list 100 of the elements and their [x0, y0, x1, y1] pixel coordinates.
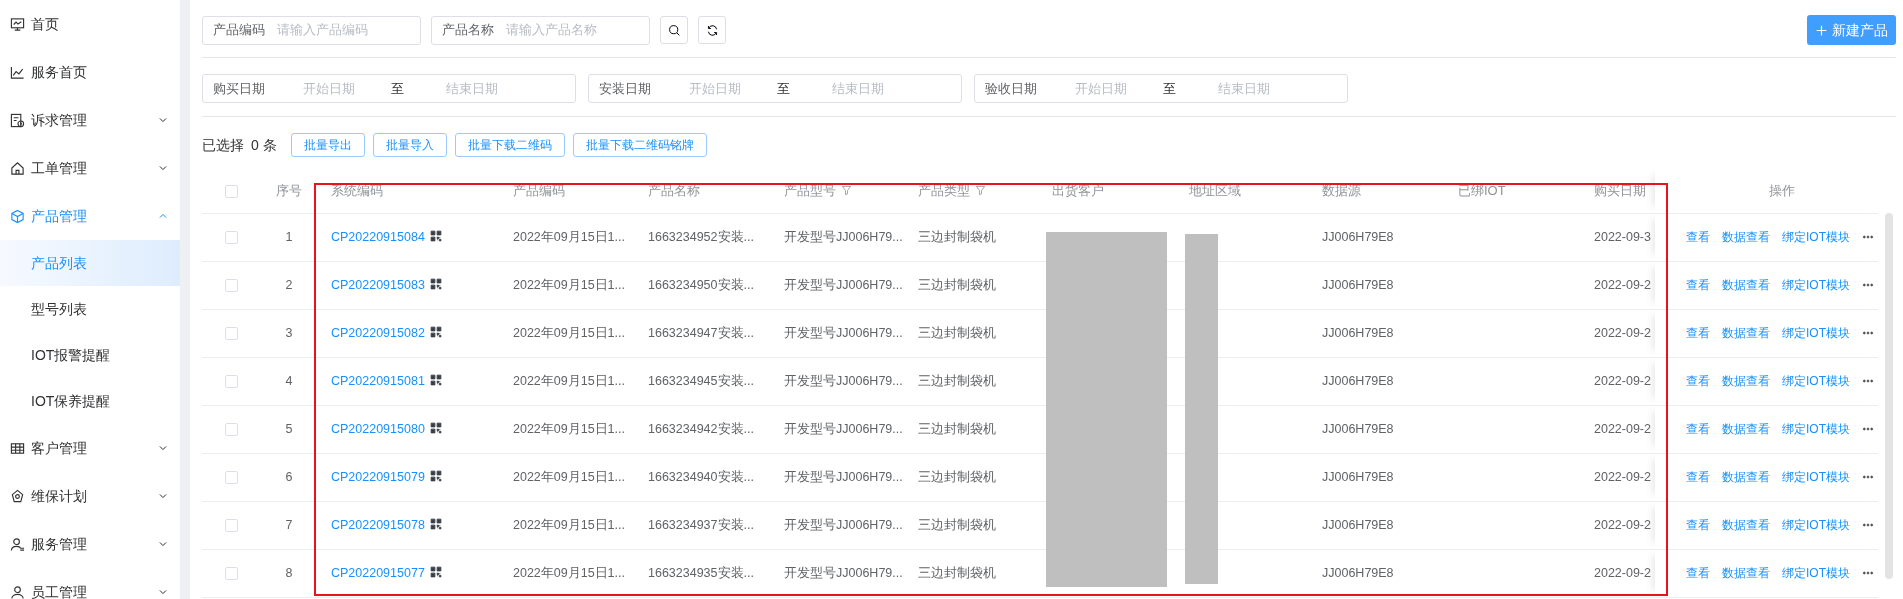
checkbox[interactable]: [224, 185, 238, 199]
sidebar-subitem[interactable]: 产品列表: [0, 240, 180, 286]
action-link[interactable]: 查看: [1686, 517, 1710, 532]
action-link[interactable]: 查看: [1686, 277, 1710, 292]
sidebar-subitem[interactable]: IOT报警提醒: [0, 332, 180, 378]
sidebar-item[interactable]: 服务首页: [0, 48, 180, 96]
system-code-link[interactable]: CP20220915080: [331, 421, 425, 436]
text-input[interactable]: 请输入产品编码: [275, 19, 410, 41]
checkbox[interactable]: [224, 470, 238, 484]
action-link[interactable]: 数据查看: [1722, 565, 1770, 580]
search-field[interactable]: 产品编码 请输入产品编码: [202, 15, 421, 45]
sidebar-item[interactable]: 员工管理: [0, 568, 180, 599]
sidebar-subitem[interactable]: 型号列表: [0, 286, 180, 332]
action-link[interactable]: 绑定IOT模块: [1782, 373, 1850, 388]
sidebar-item[interactable]: 诉求管理: [0, 96, 180, 144]
start-date-input[interactable]: 开始日期: [301, 77, 361, 100]
search-field[interactable]: 产品名称 请输入产品名称: [431, 15, 650, 45]
user-icon: [10, 584, 25, 599]
sidebar-item[interactable]: 客户管理: [0, 424, 180, 472]
action-link[interactable]: 绑定IOT模块: [1782, 421, 1850, 436]
action-link[interactable]: 绑定IOT模块: [1782, 325, 1850, 340]
checkbox[interactable]: [224, 326, 238, 340]
sidebar-item[interactable]: 产品管理: [0, 192, 180, 240]
checkbox[interactable]: [224, 278, 238, 292]
action-link[interactable]: 绑定IOT模块: [1782, 469, 1850, 484]
new-product-button[interactable]: 新建产品: [1807, 15, 1896, 45]
action-link[interactable]: 绑定IOT模块: [1782, 229, 1850, 244]
action-link[interactable]: 查看: [1686, 565, 1710, 580]
action-link[interactable]: 数据查看: [1722, 277, 1770, 292]
batch-button[interactable]: 批量导出: [290, 133, 365, 157]
table-cell: 开发型号JJ006H79...: [784, 229, 903, 244]
date-range-field[interactable]: 购买日期 开始日期 至 结束日期: [202, 74, 576, 103]
table-cell: JJ006H79E8: [1322, 373, 1394, 388]
start-date-input[interactable]: 开始日期: [687, 77, 747, 100]
table-cell: 开发型号JJ006H79...: [784, 277, 903, 292]
batch-button[interactable]: 批量下载二维码: [454, 133, 565, 157]
system-code-link[interactable]: CP20220915084: [331, 229, 425, 244]
system-code-link[interactable]: CP20220915079: [331, 469, 425, 484]
table-cell: 2022-09-2: [1594, 373, 1651, 388]
action-link[interactable]: 数据查看: [1722, 469, 1770, 484]
system-code-link[interactable]: CP20220915082: [331, 325, 425, 340]
system-code-link[interactable]: CP20220915081: [331, 373, 425, 388]
field-label: 产品名称: [442, 21, 494, 40]
table-cell: 开发型号JJ006H79...: [784, 469, 903, 484]
row-number: 2: [285, 277, 293, 292]
checkbox[interactable]: [224, 230, 238, 244]
sidebar-subitem[interactable]: IOT保养提醒: [0, 378, 180, 424]
action-link[interactable]: 数据查看: [1722, 229, 1770, 244]
range-separator: 至: [391, 79, 404, 98]
action-link[interactable]: 绑定IOT模块: [1782, 565, 1850, 580]
action-link[interactable]: 绑定IOT模块: [1782, 517, 1850, 532]
table-cell: 2022-09-2: [1594, 517, 1651, 532]
date-range-field[interactable]: 验收日期 开始日期 至 结束日期: [974, 74, 1348, 103]
row-number: 4: [285, 373, 293, 388]
text-input[interactable]: 请输入产品名称: [504, 19, 639, 41]
table-cell: 三边封制袋机: [918, 325, 996, 340]
table-cell: JJ006H79E8: [1322, 517, 1394, 532]
table-cell: 开发型号JJ006H79...: [784, 517, 903, 532]
refresh-button[interactable]: [698, 16, 726, 44]
scrollbar[interactable]: [1885, 213, 1893, 579]
sidebar-item[interactable]: 工单管理: [0, 144, 180, 192]
checkbox[interactable]: [224, 518, 238, 532]
range-separator: 至: [777, 79, 790, 98]
batch-button[interactable]: 批量导入: [372, 133, 447, 157]
sidebar-item[interactable]: 维保计划: [0, 472, 180, 520]
qr-code-icon: [429, 565, 442, 578]
checkbox[interactable]: [224, 374, 238, 388]
checkbox[interactable]: [224, 422, 238, 436]
checkbox[interactable]: [224, 566, 238, 580]
system-code-link[interactable]: CP20220915077: [331, 565, 425, 580]
sidebar-item[interactable]: 首页: [0, 0, 180, 48]
system-code-link[interactable]: CP20220915078: [331, 517, 425, 532]
start-date-input[interactable]: 开始日期: [1073, 77, 1133, 100]
system-code-link[interactable]: CP20220915083: [331, 277, 425, 292]
date-range-field[interactable]: 安装日期 开始日期 至 结束日期: [588, 74, 962, 103]
batch-button[interactable]: 批量下载二维码铭牌: [572, 133, 707, 157]
action-link[interactable]: 数据查看: [1722, 517, 1770, 532]
action-link[interactable]: 数据查看: [1722, 325, 1770, 340]
end-date-input[interactable]: 结束日期: [830, 77, 951, 100]
action-link[interactable]: 绑定IOT模块: [1782, 277, 1850, 292]
action-link[interactable]: 查看: [1686, 469, 1710, 484]
action-link[interactable]: 查看: [1686, 229, 1710, 244]
action-link[interactable]: 查看: [1686, 421, 1710, 436]
end-date-input[interactable]: 结束日期: [444, 77, 565, 100]
action-link[interactable]: 数据查看: [1722, 421, 1770, 436]
table-cell: 三边封制袋机: [918, 277, 996, 292]
action-link[interactable]: 查看: [1686, 373, 1710, 388]
qr-code-icon: [429, 325, 442, 338]
range-separator: 至: [1163, 79, 1176, 98]
search-button[interactable]: [660, 16, 688, 44]
qr-code-icon: [429, 373, 442, 386]
sidebar-item[interactable]: 服务管理: [0, 520, 180, 568]
table-cell: JJ006H79E8: [1322, 229, 1394, 244]
column-header: 操作: [1769, 183, 1795, 198]
column-header: 数据源: [1322, 183, 1361, 198]
action-link[interactable]: 查看: [1686, 325, 1710, 340]
action-link[interactable]: 数据查看: [1722, 373, 1770, 388]
table-cell: 1663234940安装...: [648, 469, 754, 484]
column-header: 系统编码: [331, 183, 383, 198]
end-date-input[interactable]: 结束日期: [1216, 77, 1337, 100]
